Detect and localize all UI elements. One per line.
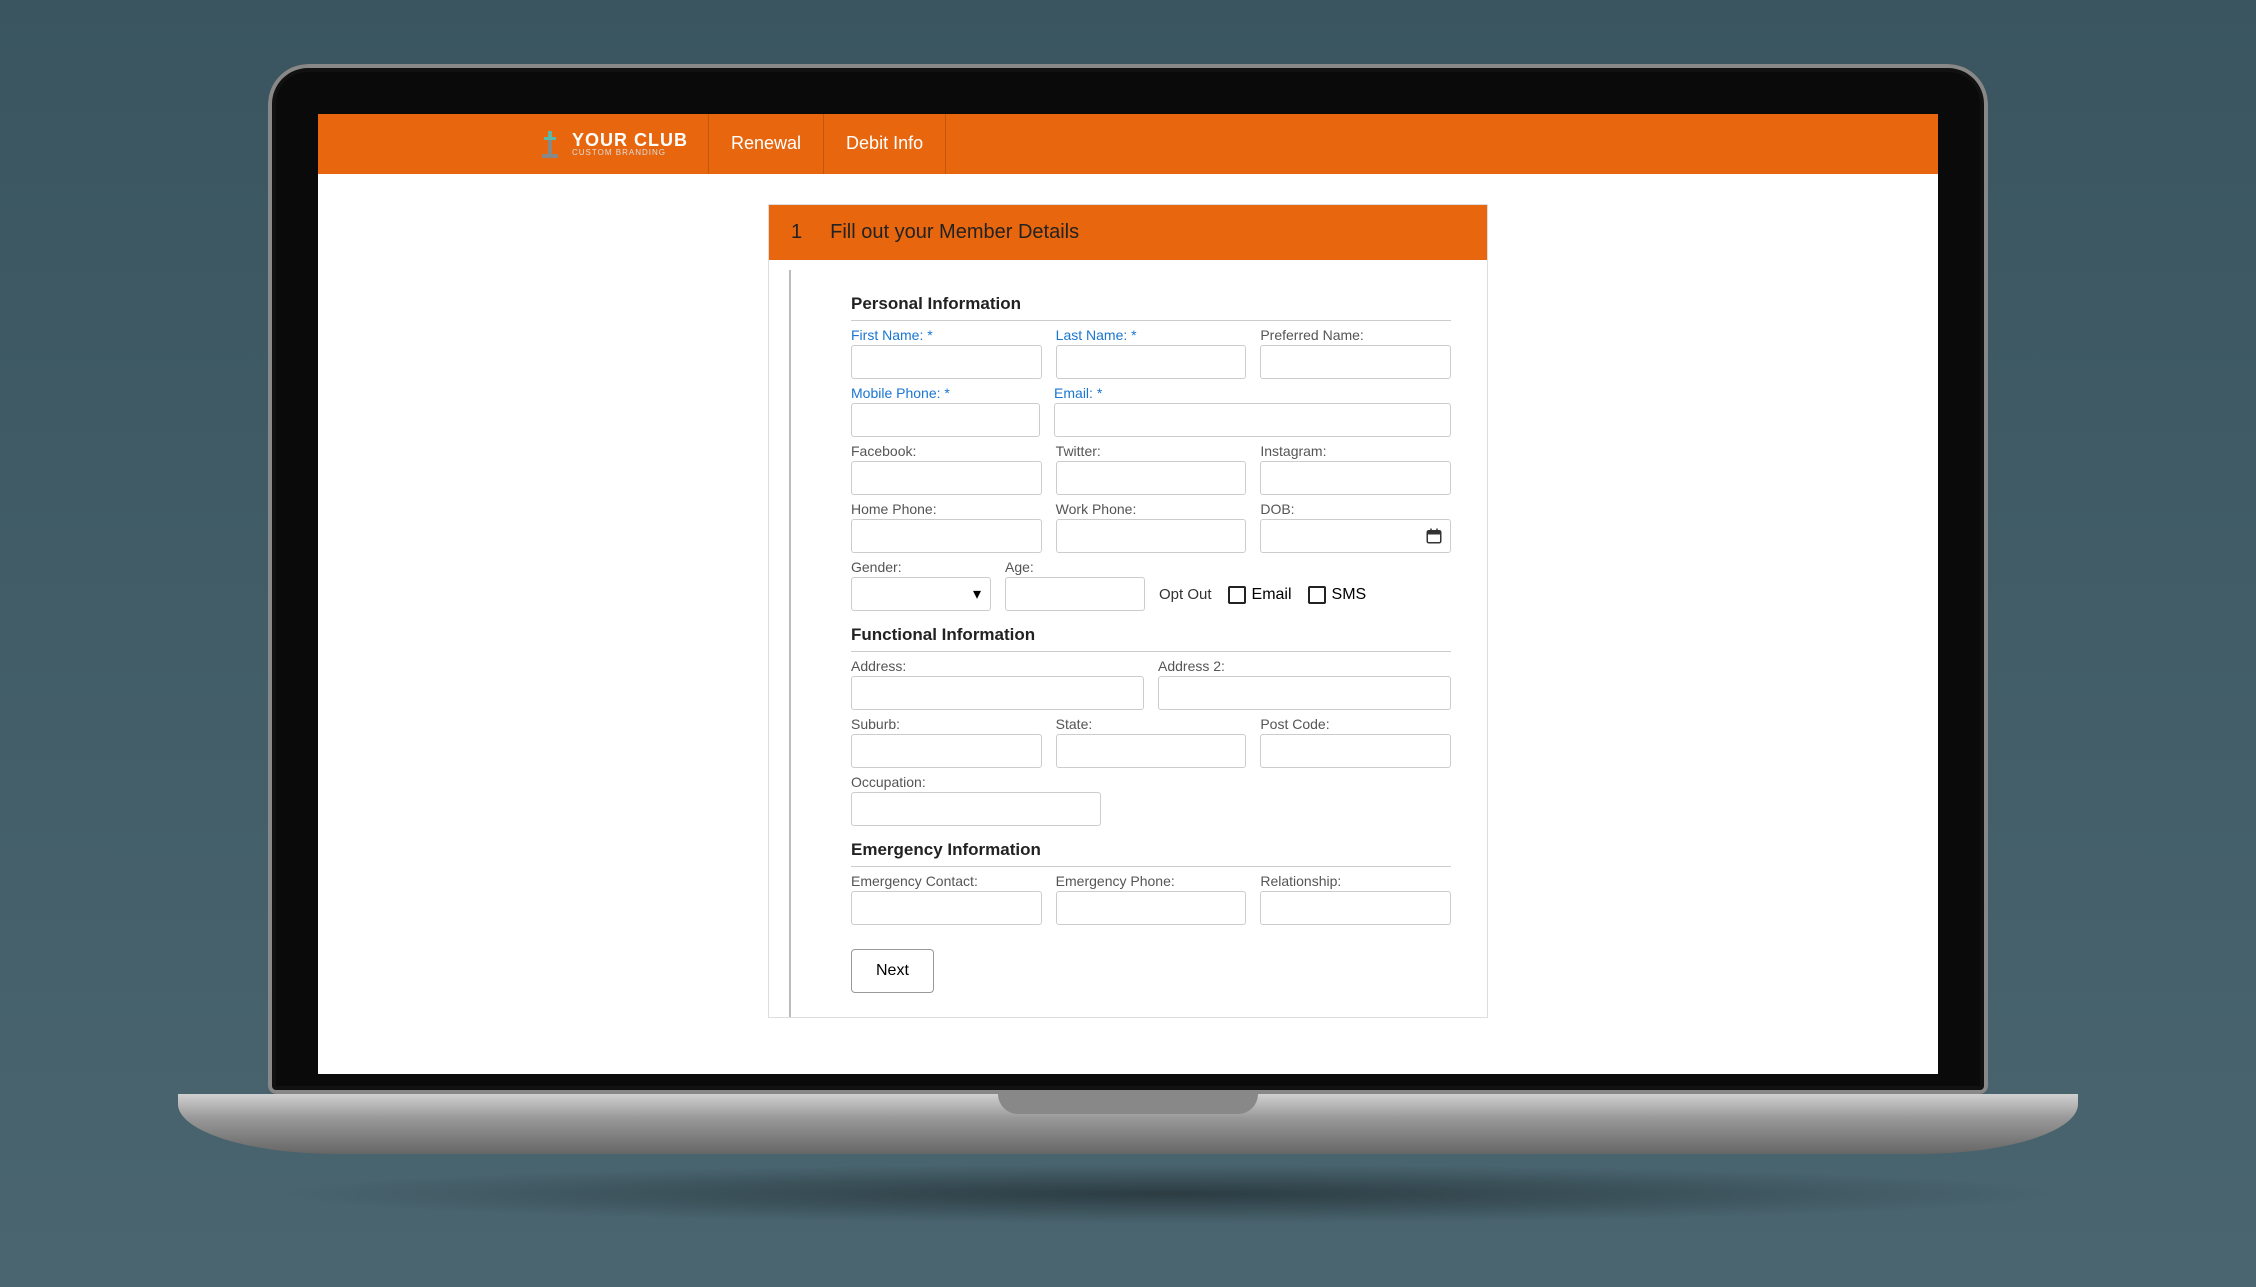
card-header: 1 Fill out your Member Details [769,205,1487,260]
laptop-base [178,1094,2078,1154]
checkbox-icon [1228,586,1246,604]
dob-input[interactable] [1260,519,1451,553]
relationship-input[interactable] [1260,891,1451,925]
address2-label: Address 2: [1158,658,1451,674]
address-label: Address: [851,658,1144,674]
member-details-card: 1 Fill out your Member Details Personal … [768,204,1488,1018]
work-phone-label: Work Phone: [1056,501,1247,517]
email-label: Email: * [1054,385,1451,401]
laptop-shadow [268,1164,2068,1224]
top-nav-bar: YOUR CLUB CUSTOM BRANDING Renewal Debit … [318,114,1938,174]
occupation-input[interactable] [851,792,1101,826]
opt-out-label: Opt Out [1159,586,1212,603]
laptop-notch [998,1094,1258,1114]
nav-renewal[interactable]: Renewal [709,114,824,174]
nav-debit-info[interactable]: Debit Info [824,114,946,174]
postcode-input[interactable] [1260,734,1451,768]
personal-section-title: Personal Information [851,294,1451,314]
checkbox-icon [1308,586,1326,604]
emergency-section-title: Emergency Information [851,840,1451,860]
age-input[interactable] [1005,577,1145,611]
card-body: Personal Information First Name: * Last … [789,270,1487,1017]
address-input[interactable] [851,676,1144,710]
opt-sms-label: SMS [1332,586,1367,604]
state-input[interactable] [1056,734,1247,768]
facebook-input[interactable] [851,461,1042,495]
gender-select[interactable] [851,577,991,611]
state-label: State: [1056,716,1247,732]
work-phone-input[interactable] [1056,519,1247,553]
last-name-label: Last Name: * [1056,327,1247,343]
divider [851,651,1451,652]
home-phone-label: Home Phone: [851,501,1042,517]
twitter-input[interactable] [1056,461,1247,495]
relationship-label: Relationship: [1260,873,1451,889]
logo-subtext: CUSTOM BRANDING [572,149,688,157]
mobile-phone-label: Mobile Phone: * [851,385,1040,401]
screen: YOUR CLUB CUSTOM BRANDING Renewal Debit … [318,114,1938,1074]
functional-section-title: Functional Information [851,625,1451,645]
instagram-label: Instagram: [1260,443,1451,459]
divider [851,320,1451,321]
calendar-icon[interactable] [1425,527,1443,545]
age-label: Age: [1005,559,1145,575]
logo-icon [538,129,562,159]
gender-label: Gender: [851,559,991,575]
suburb-label: Suburb: [851,716,1042,732]
step-number: 1 [791,221,802,244]
emergency-phone-input[interactable] [1056,891,1247,925]
step-title: Fill out your Member Details [830,221,1079,244]
dob-label: DOB: [1260,501,1451,517]
logo-text: YOUR CLUB [572,131,688,149]
suburb-input[interactable] [851,734,1042,768]
opt-out-email-checkbox[interactable]: Email [1228,586,1292,604]
home-phone-input[interactable] [851,519,1042,553]
first-name-label: First Name: * [851,327,1042,343]
occupation-label: Occupation: [851,774,1101,790]
facebook-label: Facebook: [851,443,1042,459]
instagram-input[interactable] [1260,461,1451,495]
preferred-name-label: Preferred Name: [1260,327,1451,343]
emergency-contact-label: Emergency Contact: [851,873,1042,889]
laptop-frame: YOUR CLUB CUSTOM BRANDING Renewal Debit … [268,64,1988,1224]
opt-email-label: Email [1252,586,1292,604]
address2-input[interactable] [1158,676,1451,710]
brand-logo: YOUR CLUB CUSTOM BRANDING [518,114,709,174]
last-name-input[interactable] [1056,345,1247,379]
divider [851,866,1451,867]
emergency-phone-label: Emergency Phone: [1056,873,1247,889]
first-name-input[interactable] [851,345,1042,379]
email-input[interactable] [1054,403,1451,437]
mobile-phone-input[interactable] [851,403,1040,437]
laptop-body: YOUR CLUB CUSTOM BRANDING Renewal Debit … [268,64,1988,1094]
opt-out-sms-checkbox[interactable]: SMS [1308,586,1367,604]
postcode-label: Post Code: [1260,716,1451,732]
page-content: 1 Fill out your Member Details Personal … [318,174,1938,1018]
preferred-name-input[interactable] [1260,345,1451,379]
twitter-label: Twitter: [1056,443,1247,459]
emergency-contact-input[interactable] [851,891,1042,925]
next-button[interactable]: Next [851,949,934,993]
